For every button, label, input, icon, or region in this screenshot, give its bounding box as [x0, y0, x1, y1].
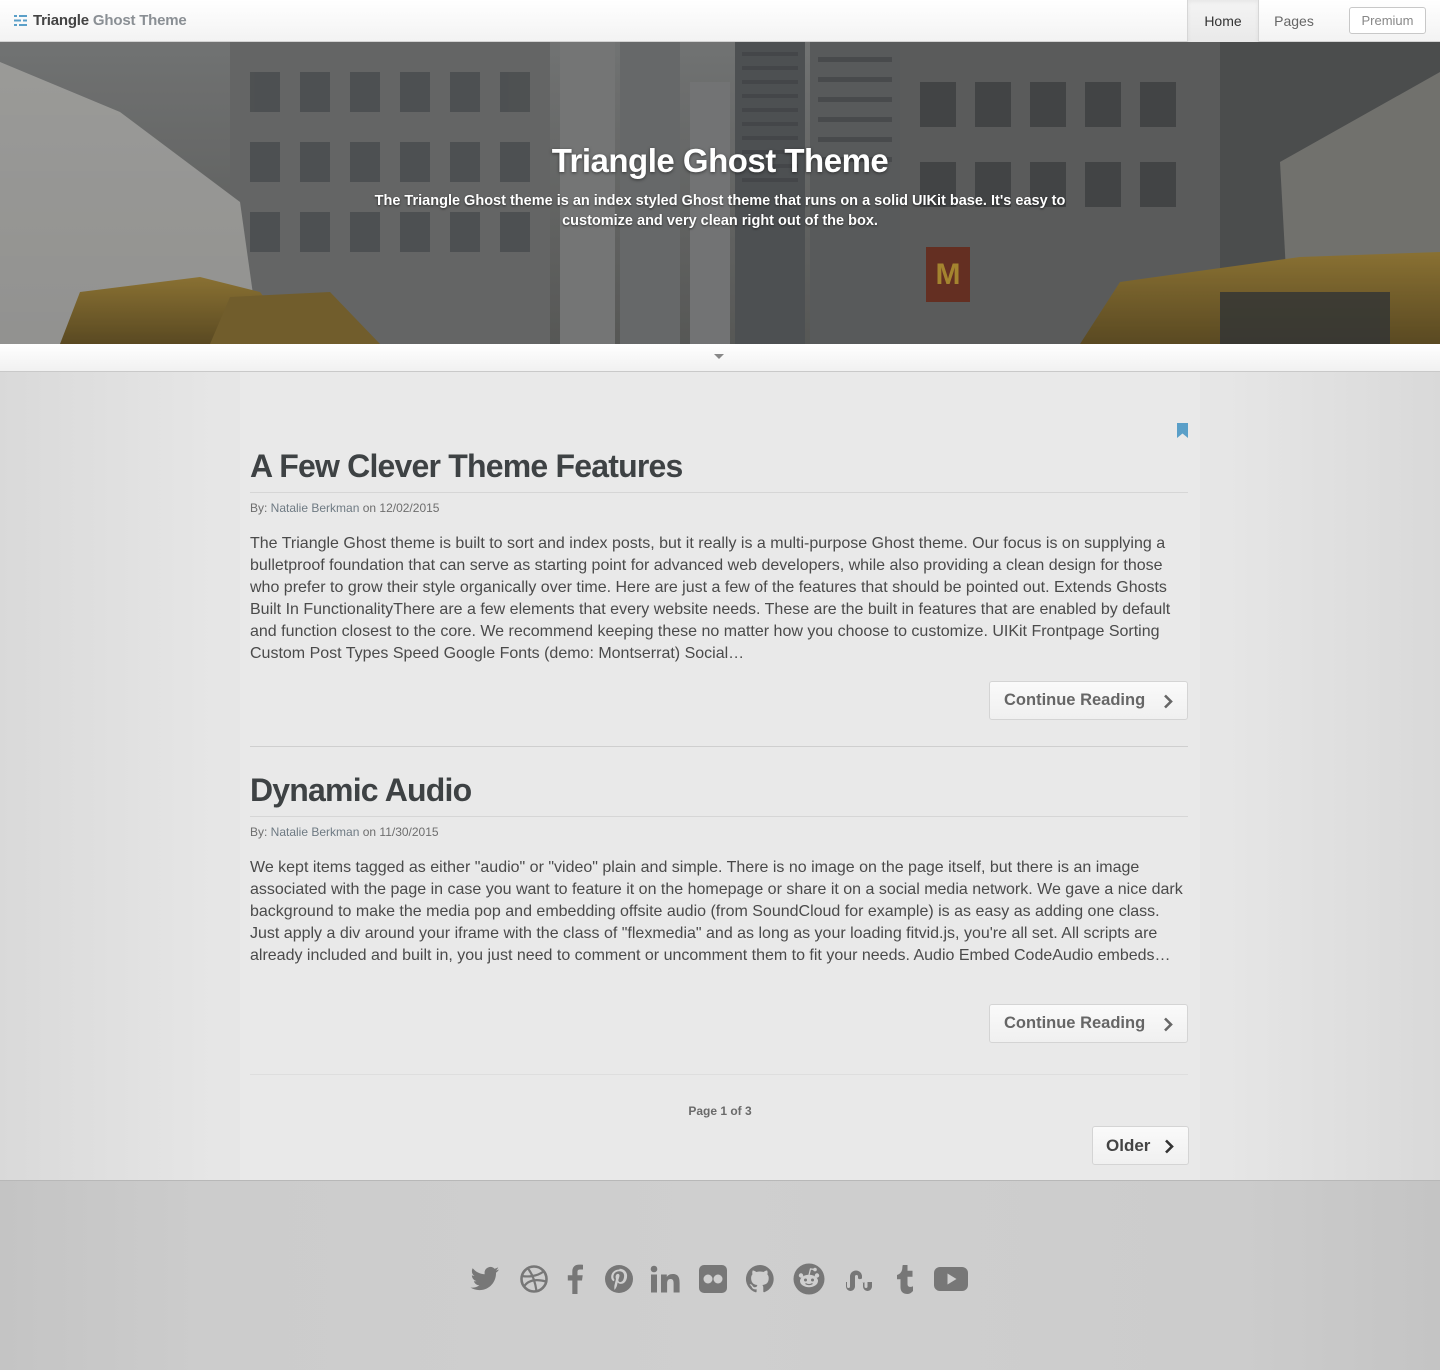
meta-prefix: By:: [250, 825, 271, 839]
page-indicator: Page 1 of 3: [688, 1104, 752, 1118]
meta-prefix: By:: [250, 501, 271, 515]
flickr-icon[interactable]: [696, 1262, 730, 1296]
stumbleupon-icon[interactable]: [844, 1262, 878, 1296]
footer: [0, 1180, 1440, 1370]
brand-logo[interactable]: Triangle Ghost Theme: [0, 0, 187, 42]
chevron-right-icon: [1165, 1139, 1174, 1154]
continue-reading-label: Continue Reading: [1004, 1014, 1146, 1032]
tumblr-icon[interactable]: [892, 1262, 916, 1296]
brand-name-secondary: Ghost Theme: [92, 12, 187, 29]
dribbble-icon[interactable]: [517, 1262, 551, 1296]
menu-lines-icon: [14, 14, 27, 27]
pinterest-icon[interactable]: [602, 1262, 636, 1296]
top-navbar: Triangle Ghost Theme Home Pages Premium: [0, 0, 1440, 42]
chevron-right-icon: [1164, 1017, 1173, 1032]
nav-item-pages[interactable]: Pages: [1259, 0, 1329, 42]
older-posts-button[interactable]: Older: [1092, 1126, 1189, 1165]
chevron-right-icon: [1164, 694, 1173, 709]
post-divider: [250, 746, 1188, 747]
hero-subtitle: The Triangle Ghost theme is an index sty…: [374, 193, 1066, 229]
reddit-icon[interactable]: [792, 1262, 826, 1296]
post-author[interactable]: Natalie Berkman: [271, 501, 360, 515]
post-divider: [250, 1074, 1188, 1075]
post-title[interactable]: Dynamic Audio: [250, 772, 472, 809]
post-excerpt: We kept items tagged as either "audio" o…: [250, 859, 1183, 964]
post-date: 11/30/2015: [379, 825, 439, 839]
caret-down-icon[interactable]: [714, 354, 724, 359]
post-meta: By: Natalie Berkman on 11/30/2015: [250, 825, 439, 839]
hero-toggle-bar[interactable]: [0, 344, 1440, 372]
older-label: Older: [1106, 1135, 1151, 1155]
premium-button[interactable]: Premium: [1349, 7, 1426, 34]
title-divider: [250, 816, 1188, 817]
post-title[interactable]: A Few Clever Theme Features: [250, 448, 683, 485]
meta-on: on: [359, 825, 380, 839]
nav-item-home[interactable]: Home: [1187, 0, 1259, 42]
bookmark-icon: [1177, 423, 1188, 438]
continue-reading-label: Continue Reading: [1004, 691, 1146, 709]
github-icon[interactable]: [743, 1262, 777, 1296]
brand-name-primary: Triangle: [33, 12, 89, 29]
meta-on: on: [359, 501, 380, 515]
post-meta: By: Natalie Berkman on 12/02/2015: [250, 501, 439, 515]
post-date: 12/02/2015: [379, 501, 440, 515]
facebook-icon[interactable]: [560, 1262, 590, 1296]
hero-banner: M Triangle Ghost Theme The Triangle Ghos…: [0, 42, 1440, 344]
twitter-icon[interactable]: [468, 1262, 502, 1296]
hero-title: Triangle Ghost Theme: [551, 142, 889, 179]
youtube-icon[interactable]: [934, 1262, 968, 1296]
post-author[interactable]: Natalie Berkman: [271, 825, 360, 839]
nav-menu: Home Pages Premium: [1187, 0, 1440, 42]
continue-reading-button[interactable]: Continue Reading: [989, 681, 1188, 720]
title-divider: [250, 492, 1188, 493]
continue-reading-button[interactable]: Continue Reading: [989, 1004, 1188, 1043]
nav-premium-wrapper: Premium: [1329, 0, 1440, 42]
post-excerpt: The Triangle Ghost theme is built to sor…: [250, 535, 1171, 662]
post-list: A Few Clever Theme Features By: Natalie …: [240, 372, 1200, 1180]
linkedin-icon[interactable]: [648, 1262, 682, 1296]
